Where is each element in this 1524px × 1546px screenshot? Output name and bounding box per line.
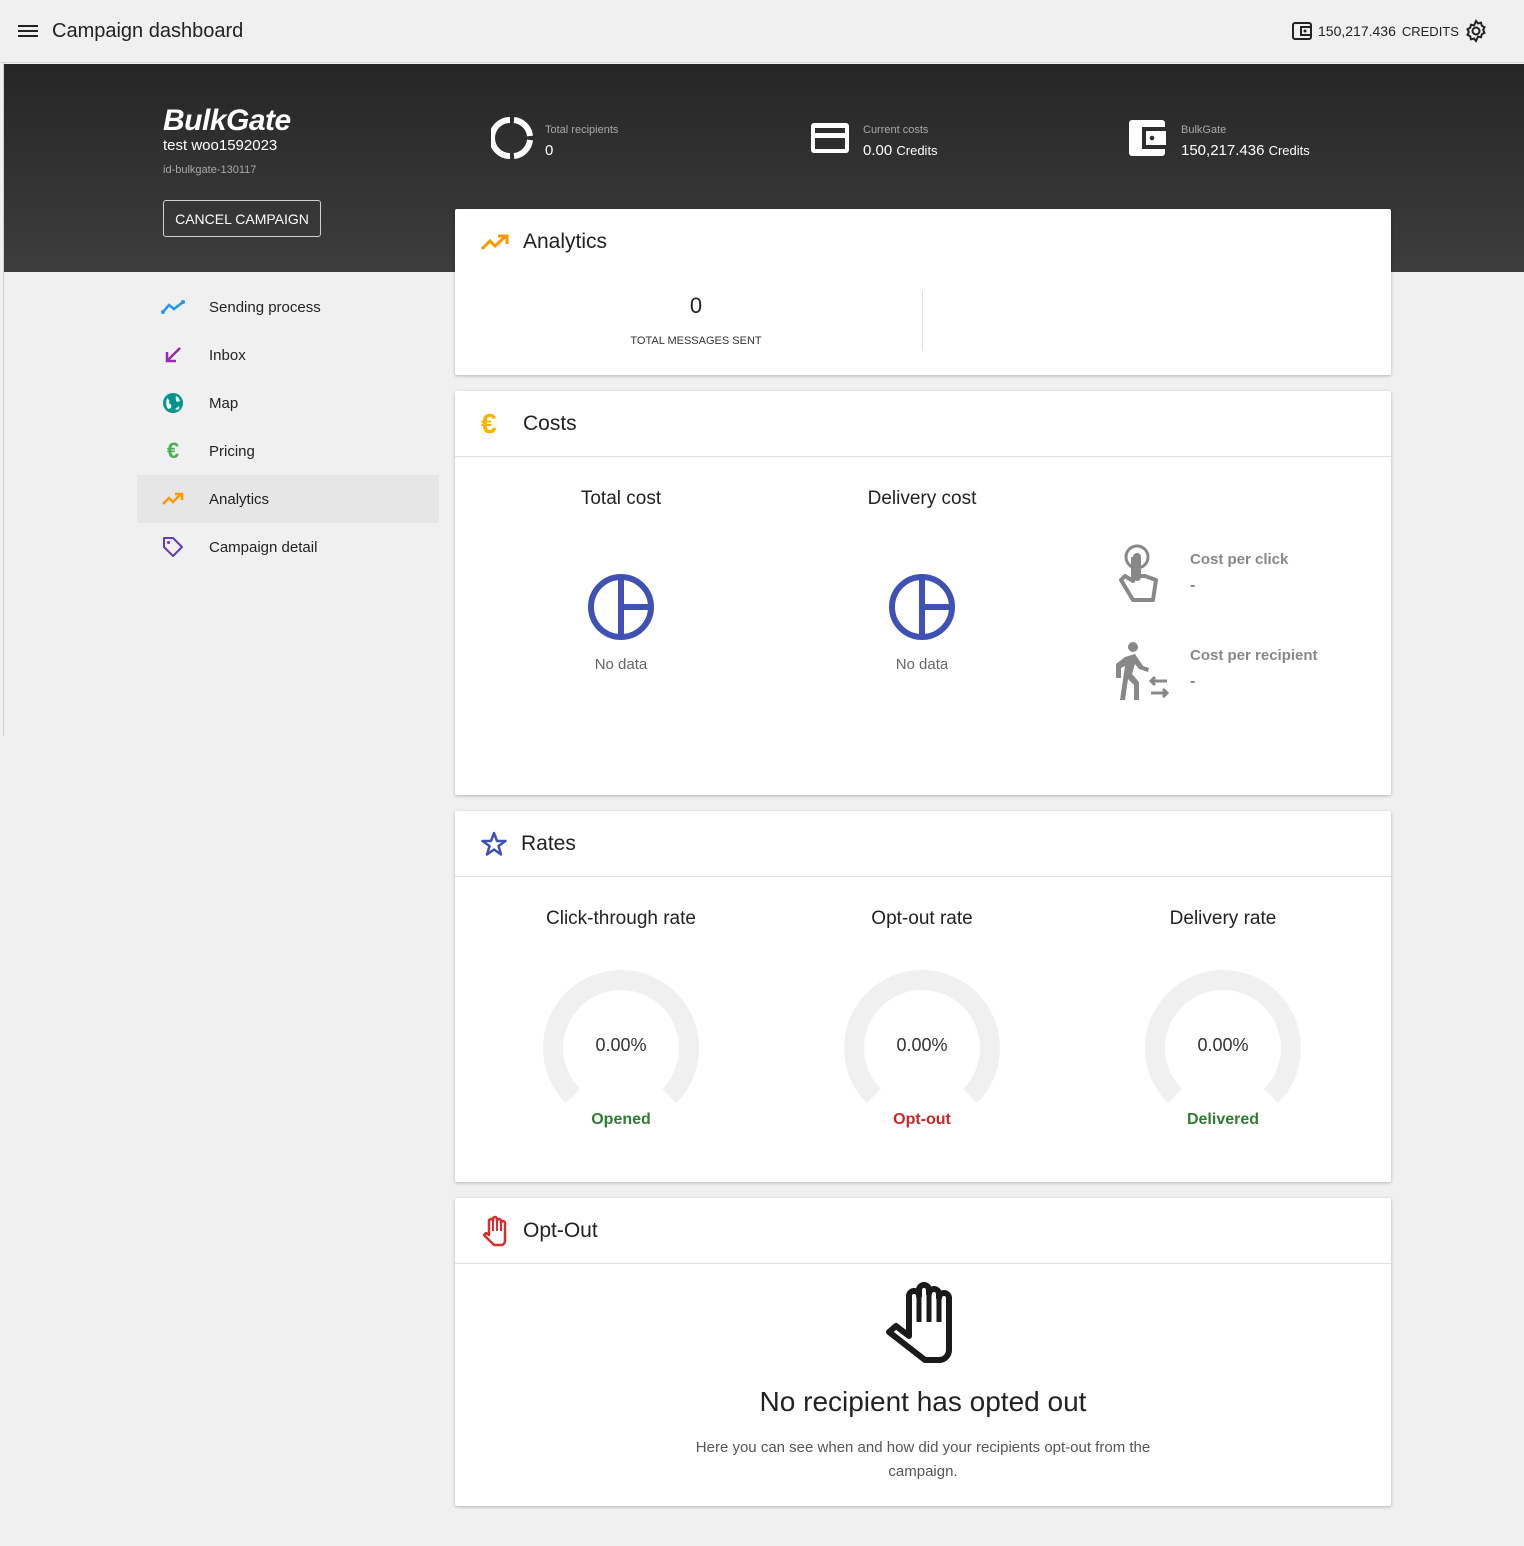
sidebar-item-label: Sending process (209, 298, 321, 316)
delivery-cost-section: Delivery cost No data (772, 488, 1072, 673)
sidebar-item-label: Inbox (209, 346, 246, 364)
stat-bulkgate-credits: BulkGate 150,217.436 Credits (1127, 117, 1310, 159)
rate-label: Opt-out (893, 1111, 951, 1128)
hand-stop-icon (482, 1215, 507, 1246)
card-header: Opt-Out (455, 1198, 1391, 1264)
rates-card: Rates Click-through rate 0.00% Opened Opt-o… (455, 811, 1391, 1182)
sidebar-item-label: Map (209, 394, 239, 412)
stat-value: 0 (545, 142, 554, 159)
rate-value: 0.00% (896, 1035, 948, 1055)
sidebar-item-label: Campaign detail (209, 538, 318, 556)
touch-icon (1119, 544, 1158, 602)
optout-card: Opt-Out No recipient has opted out Here … (455, 1198, 1391, 1506)
credits-value: 150,217.436 (1318, 23, 1396, 39)
empty-state-text: Here you can see when and how did your r… (695, 1439, 1151, 1480)
trending-up-icon (481, 234, 509, 251)
column-divider (922, 291, 923, 351)
sidebar-item-map[interactable]: Map (137, 379, 439, 427)
sidebar-nav: Sending process Inbox Map € Pricing Anal… (137, 283, 439, 571)
total-messages-sent-label: TOTAL MESSAGES SENT (630, 335, 762, 347)
rate-label: Delivered (1186, 1111, 1260, 1128)
euro-icon: € (166, 438, 180, 463)
cost-per-recipient-label: Cost per recipient (1190, 647, 1318, 664)
costs-card: € Costs Total cost No data Delivery cost… (455, 391, 1391, 795)
cost-per-click: Cost per click - (1115, 543, 1288, 608)
campaign-id: id-bulkgate-130117 (163, 164, 257, 176)
cancel-campaign-button[interactable]: CANCEL CAMPAIGN (163, 200, 321, 237)
no-data-text: No data (594, 656, 648, 673)
person-transfer-icon (1116, 642, 1170, 700)
rate-gauge-opt-out: Opt-out rate 0.00% Opt-out (772, 908, 1072, 1158)
sidebar-item-analytics[interactable]: Analytics (137, 475, 439, 523)
cost-per-click-label: Cost per click (1190, 551, 1289, 568)
empty-state-title: No recipient has opted out (759, 1386, 1087, 1417)
rate-title: Delivery rate (1169, 908, 1277, 929)
trending-line-icon (161, 300, 185, 314)
tag-icon (163, 537, 183, 557)
sidebar-item-pricing[interactable]: € Pricing (137, 427, 439, 475)
rate-gauge-opened: Click-through rate 0.00% Opened (471, 908, 771, 1158)
stat-total-recipients: Total recipients 0 (491, 117, 618, 159)
card-header: Rates (455, 811, 1391, 877)
rate-label: Opened (591, 1111, 651, 1128)
cost-per-click-value: - (1190, 577, 1196, 594)
gear-icon[interactable] (1464, 19, 1488, 43)
donut-chart-icon (491, 117, 533, 159)
page-title: Campaign dashboard (52, 20, 244, 42)
wallet-icon (1129, 120, 1166, 156)
card-title: Rates (521, 831, 576, 855)
cost-per-recipient-value: - (1190, 673, 1196, 690)
rate-gauge-delivered: Delivery rate 0.00% Delivered (1073, 908, 1373, 1158)
credits-unit: CREDITS (1401, 23, 1459, 39)
pie-chart-empty-icon (889, 574, 955, 640)
sidebar-item-sending-process[interactable]: Sending process (137, 283, 439, 331)
hand-stop-icon (886, 1282, 952, 1363)
total-cost-title: Total cost (580, 488, 662, 509)
wallet-icon (1292, 22, 1312, 40)
sidebar-item-inbox[interactable]: Inbox (137, 331, 439, 379)
rate-title: Opt-out rate (871, 908, 973, 929)
card-header: Analytics (455, 209, 1391, 275)
stat-value: 150,217.436 Credits (1181, 142, 1310, 159)
total-cost-section: Total cost No data (471, 488, 771, 673)
analytics-card: Analytics 0 TOTAL MESSAGES SENT (455, 209, 1391, 375)
delivery-cost-title: Delivery cost (867, 488, 977, 509)
card-title: Costs (523, 411, 577, 435)
card-title: Opt-Out (523, 1218, 598, 1242)
pie-chart-empty-icon (588, 574, 654, 640)
rate-value: 0.00% (1197, 1035, 1249, 1055)
euro-icon: € (481, 407, 497, 439)
cost-per-recipient: Cost per recipient - (1115, 641, 1318, 706)
credits-balance[interactable]: 150,217.436 CREDITS (1292, 22, 1459, 40)
stat-value: 0.00 Credits (863, 142, 938, 159)
campaign-name: test woo1592023 (163, 137, 278, 154)
globe-icon (163, 393, 183, 413)
credit-card-icon (811, 123, 849, 153)
card-title: Analytics (523, 230, 608, 253)
card-header: € Costs (455, 391, 1391, 457)
star-icon (481, 831, 507, 856)
no-data-text: No data (895, 656, 949, 673)
trending-up-icon (162, 492, 184, 505)
sidebar-item-label: Pricing (209, 442, 255, 460)
sidebar-item-campaign-detail[interactable]: Campaign detail (137, 523, 439, 571)
stat-label: BulkGate (1181, 124, 1227, 136)
rate-value: 0.00% (595, 1035, 647, 1055)
rate-title: Click-through rate (546, 908, 696, 929)
top-bar: Campaign dashboard 150,217.436 CREDITS (0, 0, 1524, 63)
hamburger-menu-icon[interactable] (18, 22, 38, 40)
stat-label: Current costs (863, 124, 929, 136)
stat-current-costs: Current costs 0.00 Credits (809, 117, 938, 159)
sidebar-item-label: Analytics (209, 490, 270, 508)
total-messages-sent-value: 0 (689, 293, 703, 318)
stat-label: Total recipients (545, 124, 619, 136)
arrow-down-left-icon (165, 347, 181, 363)
bulkgate-logo: BulkGate (163, 104, 291, 137)
